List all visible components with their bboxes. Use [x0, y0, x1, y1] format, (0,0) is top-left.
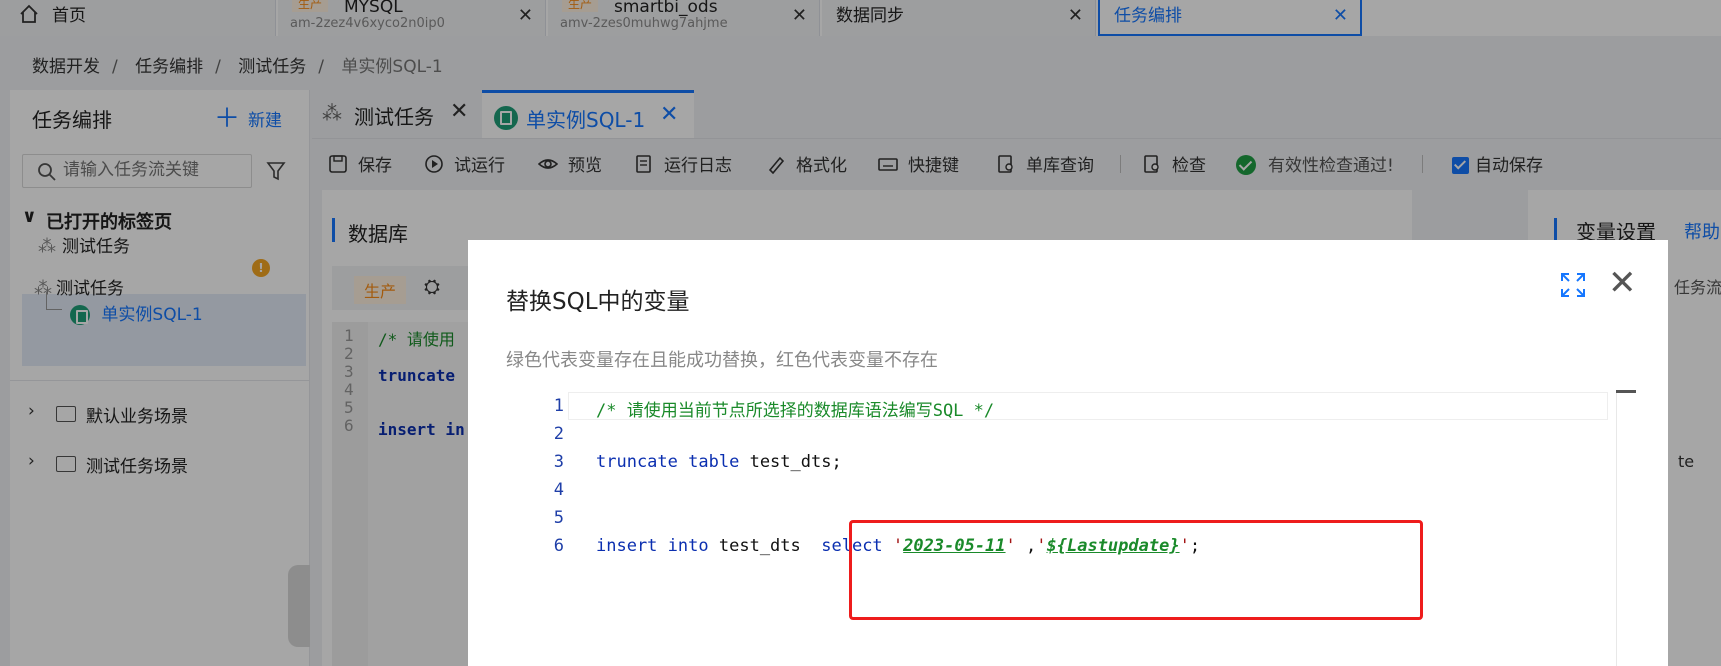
code-line-1: /* 请使用当前节点所选择的数据库语法编写SQL */ [596, 401, 995, 421]
scrollbar-marker [1616, 390, 1636, 393]
fullscreen-icon[interactable] [1560, 272, 1586, 298]
sql-keyword: table [688, 452, 740, 472]
sql-identifier: test_dts; [749, 452, 842, 472]
sql-keyword: insert [596, 536, 658, 556]
close-icon[interactable]: ✕ [1608, 266, 1637, 300]
line-number: 6 [553, 536, 564, 556]
sql-keyword: truncate [596, 452, 678, 472]
line-number: 2 [553, 424, 564, 444]
line-number: 3 [553, 452, 564, 472]
annotation-highlight-box [849, 520, 1423, 620]
code-line-3: truncate table test_dts; [596, 452, 842, 472]
line-number: 1 [553, 396, 564, 416]
sql-keyword: into [667, 536, 709, 556]
line-number: 4 [553, 480, 564, 500]
modal-hint: 绿色代表变量存在且能成功替换，红色代表变量不存在 [506, 350, 938, 371]
modal-title: 替换SQL中的变量 [506, 289, 690, 315]
scrollbar[interactable] [1616, 392, 1636, 666]
line-number: 5 [553, 508, 564, 528]
sql-identifier: test_dts [718, 536, 801, 556]
